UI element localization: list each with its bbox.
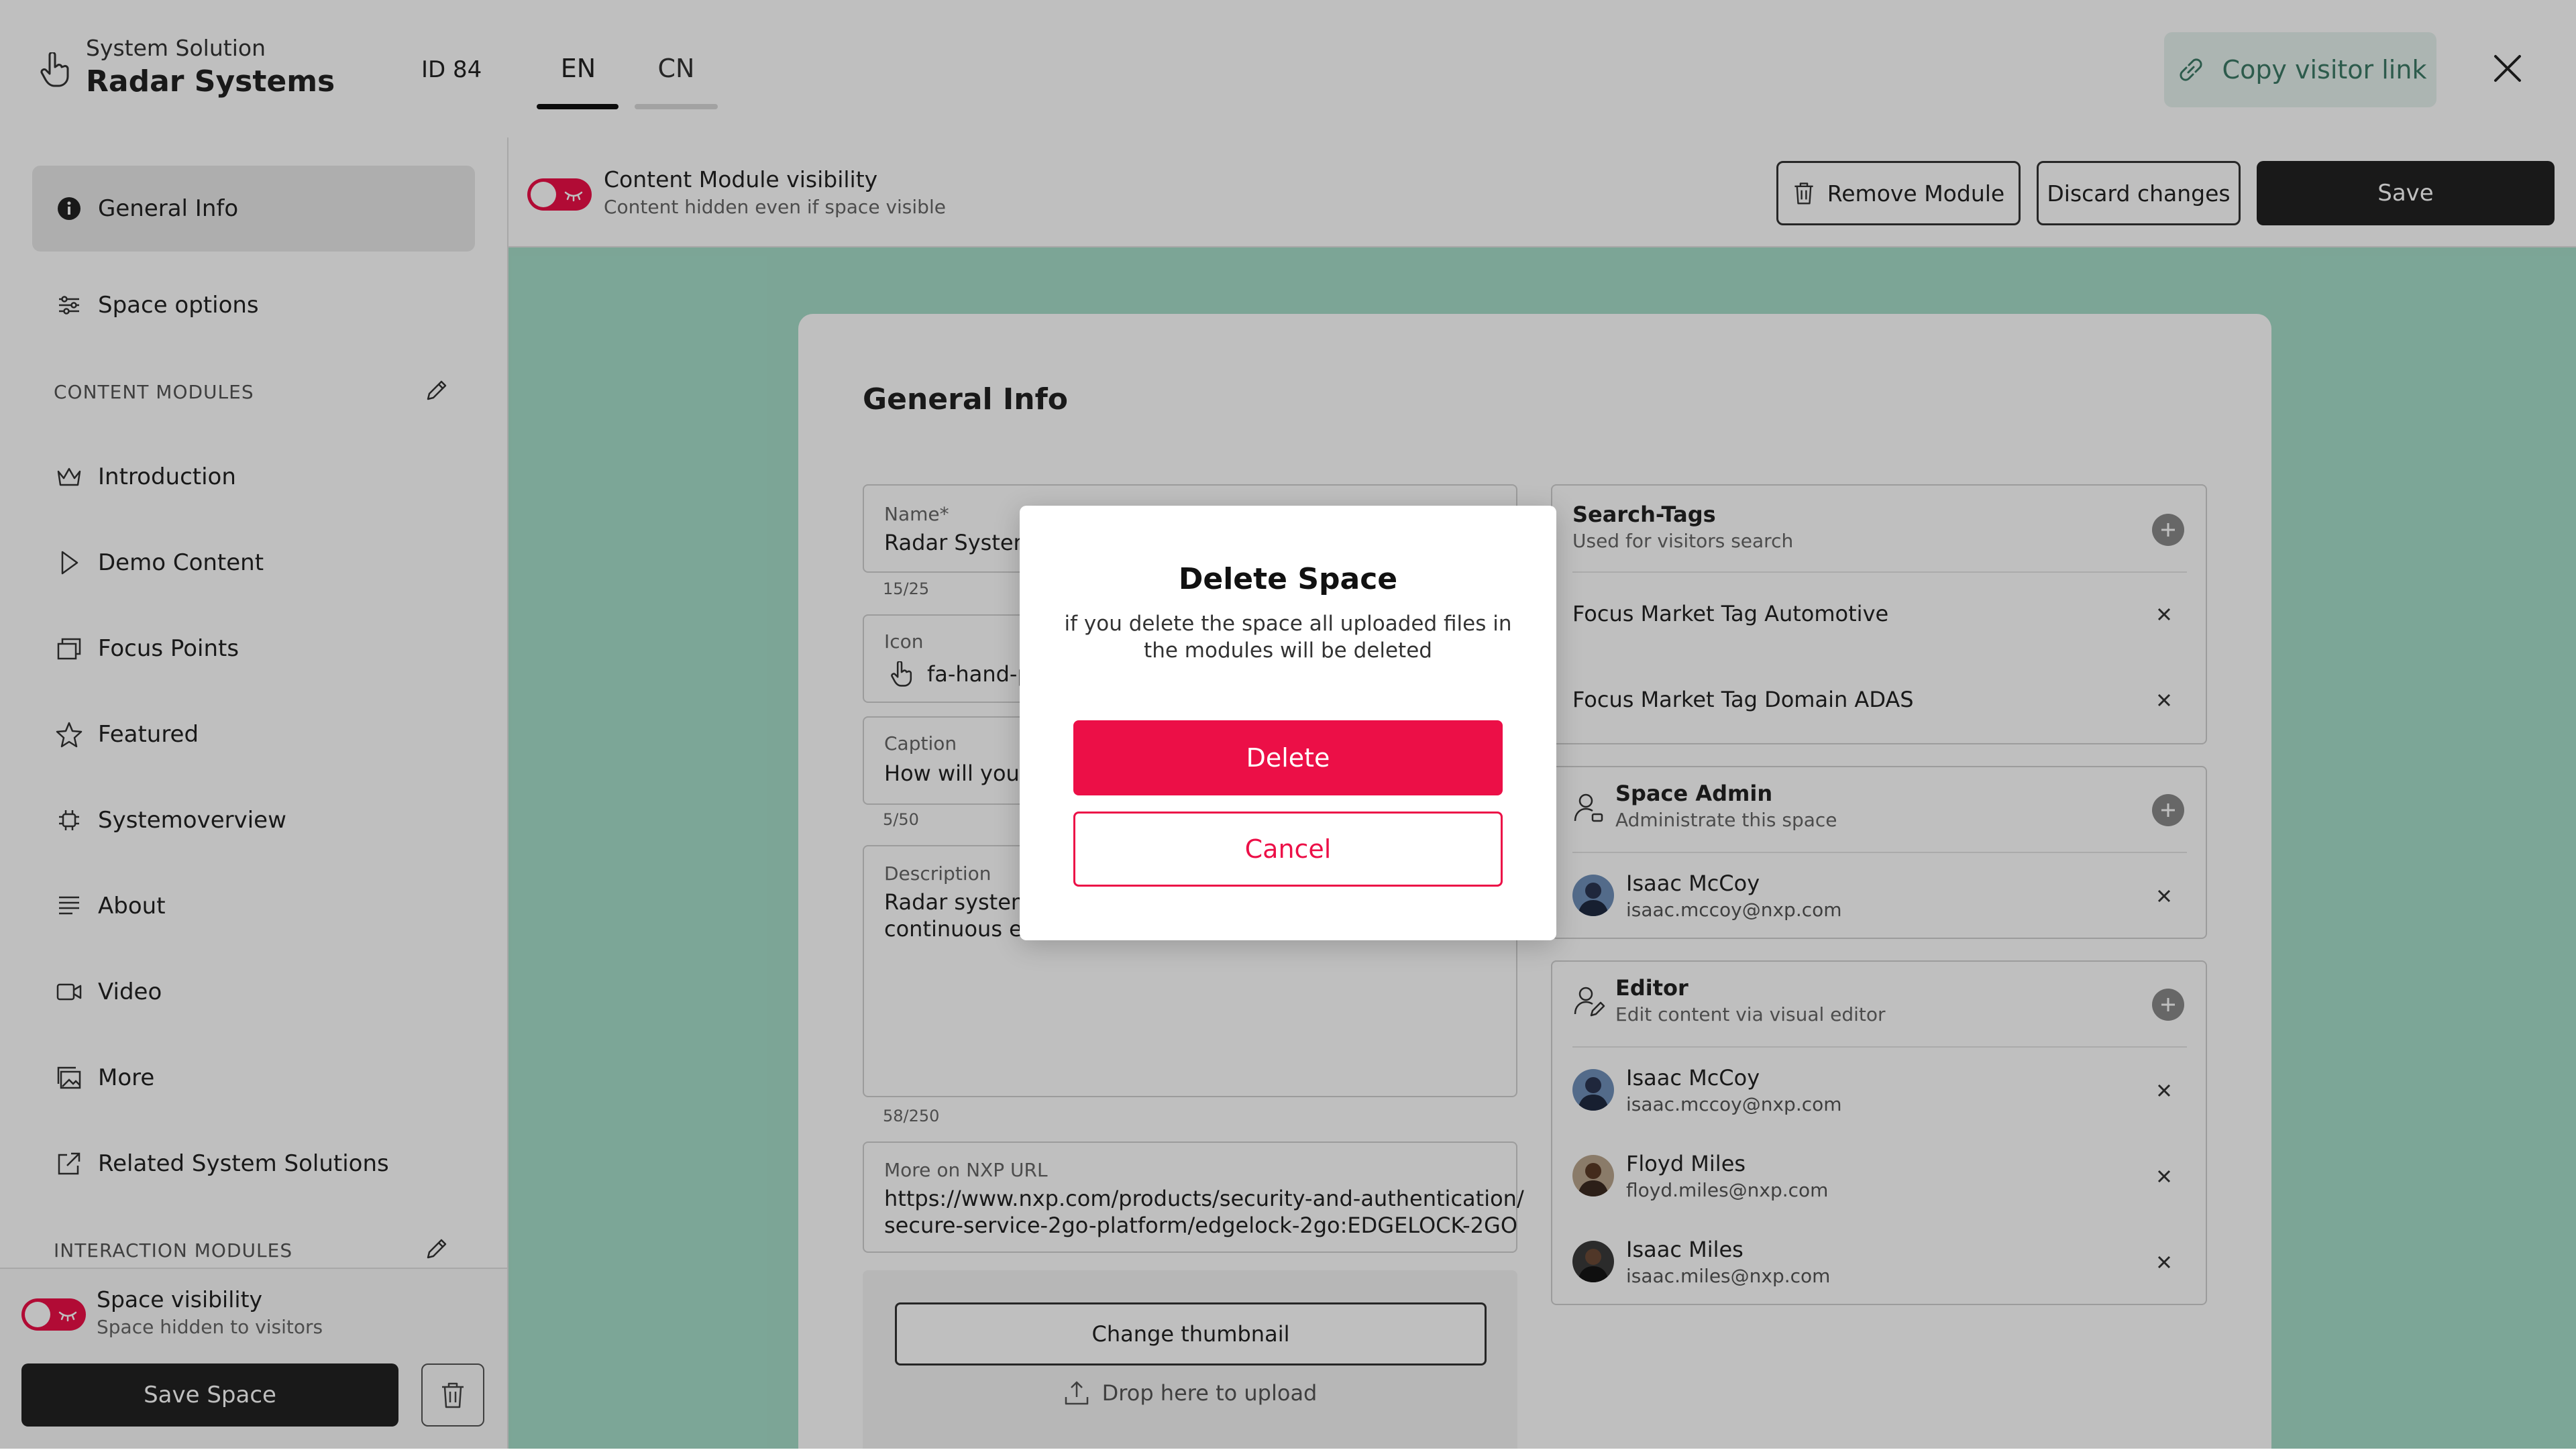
dialog-message: if you delete the space all uploaded fil… — [1064, 612, 1512, 663]
cancel-button[interactable]: Cancel — [1073, 812, 1503, 887]
dialog-title: Delete Space — [1178, 562, 1398, 596]
confirm-delete-button[interactable]: Delete — [1073, 720, 1503, 795]
